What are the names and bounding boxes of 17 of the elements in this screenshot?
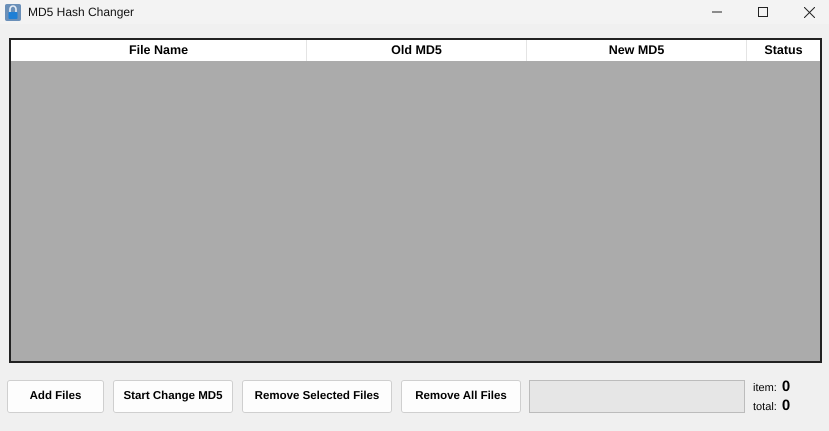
file-list[interactable]: File Name Old MD5 New MD5 Status bbox=[9, 38, 822, 363]
action-button[interactable]: Remove All Files bbox=[401, 380, 521, 412]
action-button[interactable]: Add Files bbox=[7, 380, 104, 412]
padlock-icon bbox=[5, 4, 21, 20]
window-title: MD5 Hash Changer bbox=[28, 5, 134, 19]
column-header[interactable]: File Name bbox=[11, 40, 307, 61]
close-icon[interactable] bbox=[804, 6, 815, 18]
action-button[interactable]: Remove Selected Files bbox=[242, 380, 392, 412]
counter-label: total: bbox=[753, 401, 777, 413]
maximize-icon[interactable] bbox=[758, 7, 768, 17]
counter-value: 0 bbox=[782, 378, 790, 395]
column-header[interactable]: Old MD5 bbox=[307, 40, 527, 61]
action-button[interactable]: Start Change MD5 bbox=[113, 380, 233, 412]
column-header[interactable]: Status bbox=[747, 40, 820, 61]
counter-label: item: bbox=[753, 382, 777, 394]
counter-value: 0 bbox=[782, 397, 790, 414]
column-header[interactable]: New MD5 bbox=[527, 40, 747, 61]
